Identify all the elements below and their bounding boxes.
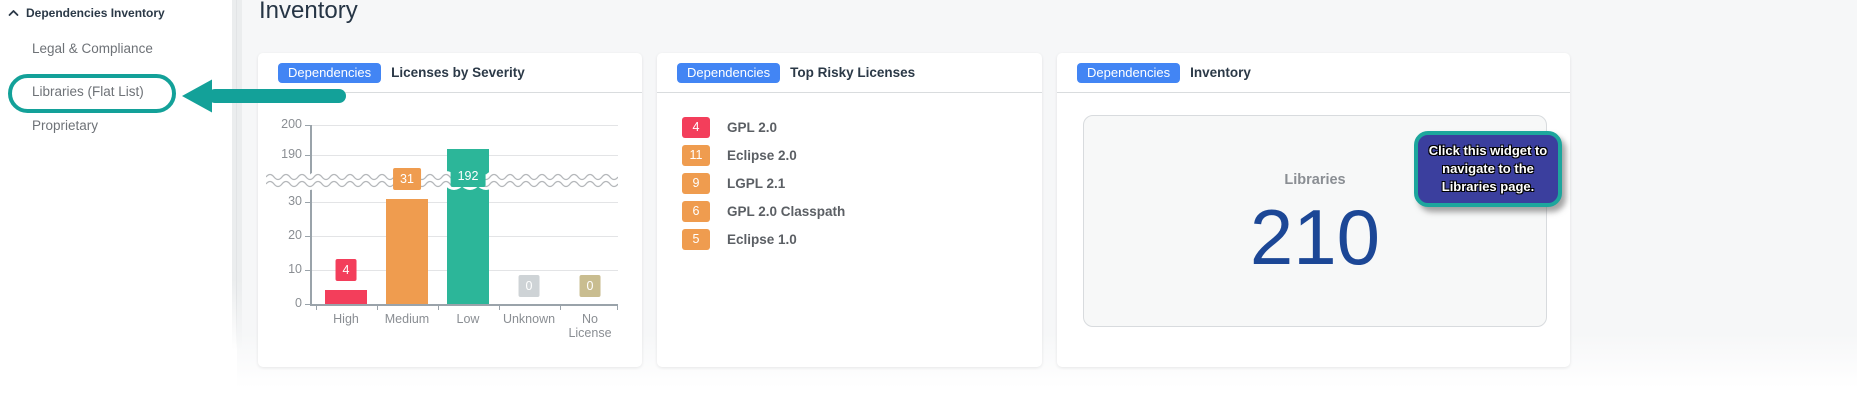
y-tick-label: 30 [264,194,302,208]
dependencies-badge[interactable]: Dependencies [1077,63,1180,83]
x-boundary-tick [499,305,500,310]
annotation-highlight-ellipse [8,74,176,113]
x-category-label: Unknown [499,312,559,326]
x-category-label: Medium [377,312,437,326]
x-boundary-tick [617,305,618,310]
dashboard-root: Dependencies Inventory Legal & Complianc… [0,0,1857,408]
card-title: Top Risky Licenses [790,65,915,80]
bar-high[interactable] [325,290,367,304]
bar-value-badge: 4 [336,259,357,281]
dependencies-badge[interactable]: Dependencies [677,63,780,83]
bar-value-badge: 192 [451,165,486,187]
page-title: Inventory [259,0,358,25]
risky-license-row[interactable]: 5 Eclipse 1.0 [682,228,797,250]
annotation-tooltip: Click this widget to navigate to the Lib… [1414,131,1562,207]
x-category-label: High [316,312,376,326]
annotation-arrow-icon [180,76,350,116]
card-title: Inventory [1190,65,1251,80]
y-tick-label: 20 [264,228,302,242]
card-header: Dependencies Top Risky Licenses [657,53,1042,93]
license-count-badge: 9 [682,173,710,194]
sidebar-divider [236,0,237,350]
axis-break-icon [266,170,618,192]
x-axis [310,304,618,306]
sidebar-group-label: Dependencies Inventory [26,6,165,20]
gridline [310,125,618,126]
risky-license-row[interactable]: 4 GPL 2.0 [682,116,777,138]
x-boundary-tick [438,305,439,310]
license-name: LGPL 2.1 [727,176,785,191]
risky-license-row[interactable]: 6 GPL 2.0 Classpath [682,200,845,222]
y-tick-label: 200 [264,117,302,131]
x-boundary-tick [377,305,378,310]
y-tick-label: 190 [264,147,302,161]
chevron-up-icon [8,9,19,17]
license-name: GPL 2.0 Classpath [727,204,845,219]
sidebar-item-legal-compliance[interactable]: Legal & Compliance [32,41,153,56]
x-category-label: No License [560,312,620,340]
card-header: Dependencies Inventory [1057,53,1570,93]
bar-value-badge: 31 [393,168,421,190]
licenses-by-severity-chart[interactable]: 0 10 20 30 190 200 4 High 31 Medium 192 Low 0 Unknown… [258,93,642,367]
bar-value-badge: 0 [519,275,540,297]
x-boundary-tick [316,305,317,310]
license-name: Eclipse 1.0 [727,232,797,247]
card-title: Licenses by Severity [391,65,525,80]
bar-medium[interactable] [386,199,428,304]
license-count-badge: 5 [682,229,710,250]
libraries-kpi-widget[interactable]: Libraries 210 Click this widget to navig… [1083,115,1547,327]
sidebar: Dependencies Inventory Legal & Complianc… [0,0,237,350]
license-count-badge: 11 [682,145,710,166]
sidebar-scroll-track[interactable] [232,0,242,350]
y-tick-label: 0 [264,296,302,310]
license-name: GPL 2.0 [727,120,777,135]
y-axis [310,125,312,304]
sidebar-item-proprietary[interactable]: Proprietary [32,118,98,133]
risky-license-row[interactable]: 9 LGPL 2.1 [682,172,785,194]
sidebar-group-dependencies-inventory[interactable]: Dependencies Inventory [8,6,165,20]
y-tick-label: 10 [264,262,302,276]
bar-value-badge: 0 [580,275,601,297]
x-boundary-tick [560,305,561,310]
license-count-badge: 6 [682,201,710,222]
license-count-badge: 4 [682,117,710,138]
x-category-label: Low [438,312,498,326]
card-top-risky-licenses: Dependencies Top Risky Licenses 4 GPL 2.0… [657,53,1042,367]
card-inventory: Dependencies Inventory Libraries 210 Cli… [1057,53,1570,367]
license-name: Eclipse 2.0 [727,148,797,163]
risky-license-row[interactable]: 11 Eclipse 2.0 [682,144,797,166]
